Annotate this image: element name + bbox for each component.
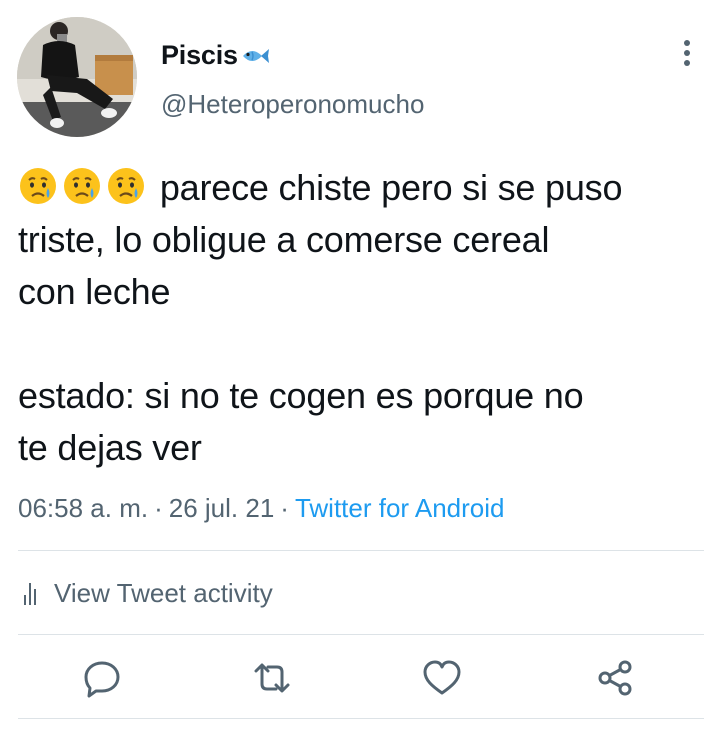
divider: [18, 550, 704, 551]
reply-icon: [84, 661, 120, 698]
divider: [18, 634, 704, 635]
like-button[interactable]: [420, 656, 464, 700]
tweet-date: 26 jul. 21: [168, 493, 275, 523]
share-button[interactable]: [594, 656, 638, 700]
avatar[interactable]: [17, 17, 137, 137]
tweet-line-3: con leche: [18, 271, 171, 312]
tweet-source-link[interactable]: Twitter for Android: [295, 493, 505, 523]
fish-emoji-icon: [240, 44, 270, 75]
sad-face-emoji-icon: [106, 166, 146, 206]
heart-icon: [423, 660, 461, 695]
divider: [18, 718, 704, 719]
user-handle[interactable]: @Heteroperonomucho: [161, 89, 424, 120]
share-icon: [598, 660, 632, 696]
reply-button[interactable]: [80, 656, 124, 700]
meta-separator: ·: [280, 493, 289, 523]
more-vertical-icon: [684, 40, 690, 66]
tweet-line-4: estado: si no te cogen es porque no: [18, 375, 584, 416]
retweet-icon: [254, 663, 290, 693]
tweet-meta: 06:58 a. m. · 26 jul. 21 · Twitter for Andro…: [18, 493, 505, 524]
tweet-line-1-text: parece chiste pero si se puso: [159, 167, 623, 208]
tweet-line-1: parece chiste pero si se puso: [18, 162, 708, 214]
retweet-button[interactable]: [250, 656, 294, 700]
tweet-time: 06:58 a. m.: [18, 493, 149, 523]
tweet-line-5: te dejas ver: [18, 427, 202, 468]
profile-photo-icon: [17, 17, 137, 137]
sad-face-emoji-icon: [18, 166, 58, 206]
meta-separator: ·: [154, 493, 163, 523]
tweet: Piscis @Heteroperonomucho parece chiste …: [0, 0, 720, 732]
view-tweet-activity-label: View Tweet activity: [54, 578, 273, 608]
tweet-line-2: triste, lo obligue a comerse cereal: [18, 219, 550, 260]
display-name[interactable]: Piscis: [161, 40, 270, 75]
view-tweet-activity-link[interactable]: View Tweet activity: [24, 578, 273, 609]
more-options-button[interactable]: [674, 38, 700, 70]
sad-face-emoji-icon: [62, 166, 102, 206]
display-name-text: Piscis: [161, 40, 238, 70]
tweet-text: parece chiste pero si se puso triste, lo…: [18, 162, 708, 474]
bar-chart-icon: [24, 582, 42, 605]
